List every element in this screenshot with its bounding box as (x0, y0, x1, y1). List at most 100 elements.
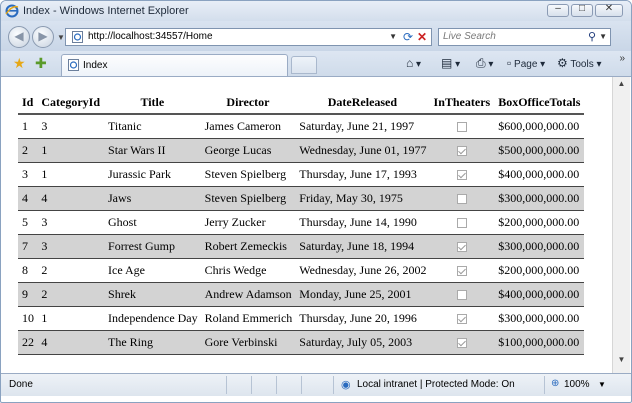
cell-box-office: $200,000,000.00 (494, 258, 585, 283)
in-theaters-checkbox (457, 266, 468, 277)
search-box[interactable]: Live Search ⚲ ▼ (438, 28, 611, 46)
tools-menu-label: Tools (570, 59, 594, 70)
address-dropdown-icon[interactable]: ▼ (389, 32, 397, 41)
browser-window: Index - Windows Internet Explorer – □ ✕ … (0, 0, 632, 403)
table-row: 8 2 Ice Age Chris Wedge Wednesday, June 26, … (18, 258, 585, 283)
cell-category-id: 3 (37, 114, 105, 139)
address-bar[interactable]: http://localhost:34557/Home ▼ ⟳ ✕ (65, 28, 432, 46)
print-button[interactable]: ⎙ ▾ (476, 56, 493, 71)
tab-index[interactable]: Index (61, 54, 288, 76)
cell-id: 4 (18, 186, 38, 211)
movies-table: Id CategoryId Title Director DateRelease… (18, 91, 585, 355)
feeds-icon: ▤ (441, 56, 453, 70)
table-header-row: Id CategoryId Title Director DateRelease… (18, 91, 585, 115)
page-menu[interactable]: ▫ Page ▾ (507, 56, 545, 70)
cell-date-released: Friday, May 30, 1975 (295, 186, 430, 211)
ie-logo-icon (5, 4, 19, 18)
header-box-office: BoxOfficeTotals (494, 91, 585, 115)
search-icon[interactable]: ⚲ (588, 30, 596, 43)
tab-bar: ★ ✚ Index ⌂ ▾ ▤ ▾ ⎙ ▾ ▫ Page ▾ ⚙ Tools ▾… (1, 51, 631, 77)
cell-director: Roland Emmerich (200, 306, 296, 331)
table-row: 7 3 Forrest Gump Robert Zemeckis Saturday, J… (18, 234, 585, 259)
home-icon: ⌂ (406, 56, 414, 70)
cell-category-id: 3 (37, 210, 105, 235)
forward-arrow-icon: ▶ (38, 29, 48, 43)
cell-director: James Cameron (200, 114, 296, 139)
zoom-level[interactable]: 100% (564, 379, 590, 390)
title-bar: Index - Windows Internet Explorer – □ ✕ (1, 1, 631, 21)
cell-date-released: Thursday, June 14, 1990 (295, 210, 430, 235)
search-options-dropdown[interactable]: ▼ (599, 32, 607, 41)
table-row: 4 4 Jaws Steven Spielberg Friday, May 30, 19… (18, 186, 585, 211)
forward-button[interactable]: ▶ (32, 26, 54, 48)
feeds-button[interactable]: ▤ ▾ (441, 56, 460, 70)
cell-director: Steven Spielberg (200, 162, 296, 187)
cell-date-released: Saturday, June 18, 1994 (295, 234, 430, 259)
scroll-up-icon[interactable]: ▲ (613, 79, 630, 95)
in-theaters-checkbox (457, 146, 468, 157)
cell-id: 1 (18, 114, 38, 139)
cell-date-released: Monday, June 25, 2001 (295, 282, 430, 307)
table-row: 3 1 Jurassic Park Steven Spielberg Thursday,… (18, 162, 585, 187)
stop-icon[interactable]: ✕ (417, 30, 427, 44)
page-menu-icon: ▫ (507, 56, 512, 70)
header-id: Id (18, 91, 38, 115)
in-theaters-checkbox (457, 218, 468, 229)
more-commands-icon[interactable]: » (619, 53, 625, 64)
print-icon: ⎙ (476, 56, 486, 70)
cell-date-released: Wednesday, June 26, 2002 (295, 258, 430, 283)
table-row: 5 3 Ghost Jerry Zucker Thursday, June 14, 19… (18, 210, 585, 235)
header-director: Director (200, 91, 296, 115)
recent-pages-dropdown[interactable]: ▼ (57, 33, 65, 42)
cell-in-theaters (429, 114, 495, 139)
maximize-button[interactable]: □ (571, 3, 593, 17)
refresh-icon[interactable]: ⟳ (403, 30, 413, 44)
tools-menu[interactable]: ⚙ Tools ▾ (557, 56, 602, 70)
close-button[interactable]: ✕ (595, 3, 623, 17)
table-row: 22 4 The Ring Gore Verbinski Saturday, July … (18, 330, 585, 355)
scroll-down-icon[interactable]: ▼ (613, 355, 630, 371)
cell-title: The Ring (104, 330, 201, 355)
cell-in-theaters (429, 258, 495, 283)
header-title: Title (104, 91, 201, 115)
cell-category-id: 3 (37, 234, 105, 259)
cell-director: Gore Verbinski (200, 330, 296, 355)
in-theaters-checkbox (457, 170, 468, 181)
cell-title: Jurassic Park (104, 162, 201, 187)
cell-category-id: 1 (37, 306, 105, 331)
intranet-zone-icon: ◉ (341, 379, 351, 391)
table-row: 2 1 Star Wars II George Lucas Wednesday, Jun… (18, 138, 585, 163)
cell-box-office: $400,000,000.00 (494, 282, 585, 307)
cell-date-released: Thursday, June 17, 1993 (295, 162, 430, 187)
in-theaters-checkbox (457, 242, 468, 253)
cell-category-id: 2 (37, 258, 105, 283)
add-favorites-icon[interactable]: ✚ (35, 55, 47, 72)
home-button[interactable]: ⌂ ▾ (406, 56, 421, 70)
zoom-icon[interactable]: ⊕ (551, 378, 559, 389)
header-date-released: DateReleased (295, 91, 430, 115)
minimize-button[interactable]: – (547, 3, 569, 17)
minimize-icon: – (555, 3, 561, 14)
table-row: 9 2 Shrek Andrew Adamson Monday, June 25, 20… (18, 282, 585, 307)
security-zone-text: Local intranet | Protected Mode: On (357, 379, 515, 390)
table-body: 1 3 Titanic James Cameron Saturday, June 21,… (18, 114, 585, 355)
cell-box-office: $300,000,000.00 (494, 234, 585, 259)
cell-date-released: Saturday, July 05, 2003 (295, 330, 430, 355)
zoom-dropdown-icon[interactable]: ▼ (598, 380, 606, 389)
cell-id: 9 (18, 282, 38, 307)
new-tab-button[interactable] (291, 56, 317, 74)
cell-box-office: $300,000,000.00 (494, 306, 585, 331)
cell-director: Chris Wedge (200, 258, 296, 283)
vertical-scrollbar[interactable]: ▲ ▼ (612, 77, 630, 373)
cell-id: 3 (18, 162, 38, 187)
back-button[interactable]: ◀ (8, 26, 30, 48)
table-row: 10 1 Independence Day Roland Emmerich Thursd… (18, 306, 585, 331)
cell-date-released: Thursday, June 20, 1996 (295, 306, 430, 331)
tab-label: Index (83, 60, 108, 71)
cell-title: Jaws (104, 186, 201, 211)
cell-title: Titanic (104, 114, 201, 139)
cell-director: Robert Zemeckis (200, 234, 296, 259)
cell-id: 22 (18, 330, 38, 355)
table-row: 1 3 Titanic James Cameron Saturday, June 21,… (18, 114, 585, 139)
favorites-star-icon[interactable]: ★ (13, 55, 26, 72)
